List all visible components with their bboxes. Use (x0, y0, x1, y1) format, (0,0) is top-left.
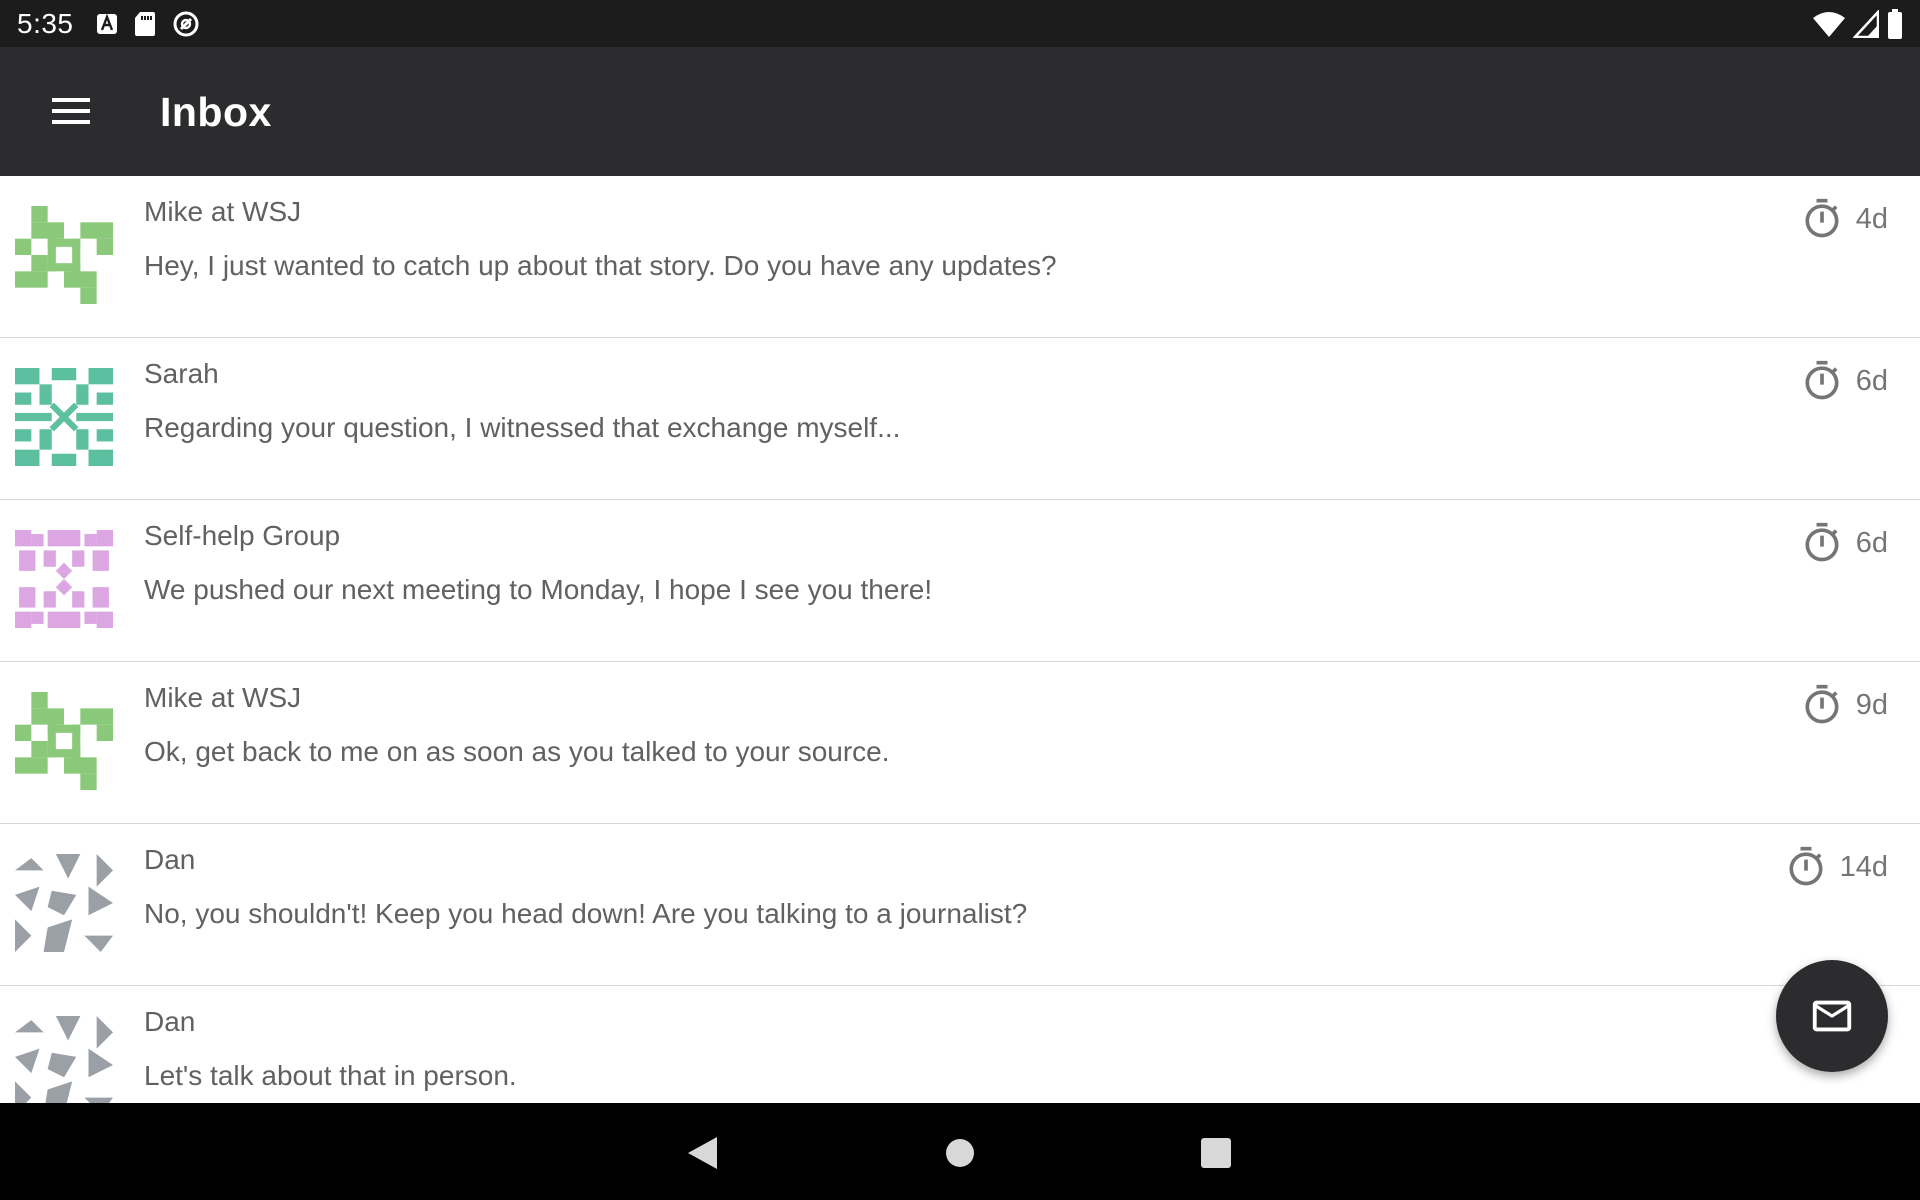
battery-icon (1888, 9, 1902, 39)
avatar (15, 206, 113, 304)
message-sender: Mike at WSJ (144, 682, 302, 713)
message-sender: Dan (144, 844, 196, 875)
do-not-disturb-icon (173, 11, 199, 37)
message-preview: No, you shouldn't! Keep you head down! A… (144, 898, 1028, 929)
mail-icon (1812, 1000, 1852, 1032)
message-row[interactable]: Dan No, you shouldn't! Keep you head dow… (0, 824, 1920, 987)
message-age: 4d (1800, 194, 1888, 244)
message-row[interactable]: Mike at WSJ Hey, I just wanted to catch … (0, 176, 1920, 339)
page-title: Inbox (160, 89, 272, 135)
status-right-icons (1813, 9, 1903, 39)
compose-button[interactable] (1776, 960, 1888, 1072)
recents-button[interactable] (1194, 1131, 1238, 1175)
message-age-label: 4d (1855, 202, 1888, 235)
timer-icon (1800, 359, 1844, 403)
status-bar: 5:35 (0, 0, 1920, 47)
message-age-label: 6d (1855, 364, 1888, 397)
timer-icon (1800, 521, 1844, 565)
status-left-icons (96, 10, 200, 38)
wifi-icon (1813, 12, 1845, 37)
message-row[interactable]: Dan Let's talk about that in person. (0, 986, 1920, 1103)
app-bar: Inbox (0, 47, 1920, 176)
message-row[interactable]: Sarah Regarding your question, I witness… (0, 338, 1920, 501)
message-preview: We pushed our next meeting to Monday, I … (144, 574, 933, 605)
status-time: 5:35 (17, 8, 74, 39)
message-row[interactable]: Mike at WSJ Ok, get back to me on as soo… (0, 662, 1920, 825)
inbox-list: Mike at WSJ Hey, I just wanted to catch … (0, 176, 1920, 1103)
message-sender: Dan (144, 1006, 196, 1037)
hamburger-menu-icon (52, 98, 90, 124)
message-preview: Let's talk about that in person. (144, 1060, 517, 1091)
message-age: 6d (1800, 356, 1888, 406)
sd-card-icon (135, 12, 155, 36)
message-age-label: 6d (1855, 526, 1888, 559)
signal-icon (1853, 10, 1879, 38)
message-sender: Mike at WSJ (144, 196, 302, 227)
avatar (15, 692, 113, 790)
home-button[interactable] (938, 1131, 982, 1175)
back-icon (688, 1137, 717, 1169)
timer-icon (1784, 845, 1828, 889)
timer-icon (1800, 197, 1844, 241)
message-preview: Hey, I just wanted to catch up about tha… (144, 250, 1057, 281)
message-age: 9d (1800, 680, 1888, 730)
avatar (15, 530, 113, 628)
message-row[interactable]: Self-help Group We pushed our next meeti… (0, 500, 1920, 663)
back-button[interactable] (680, 1131, 724, 1175)
message-preview: Regarding your question, I witnessed tha… (144, 412, 901, 443)
home-icon (946, 1139, 974, 1167)
message-age: 6d (1800, 518, 1888, 568)
message-age-label: 9d (1855, 688, 1888, 721)
avatar (15, 368, 113, 466)
message-preview: Ok, get back to me on as soon as you tal… (144, 736, 890, 767)
font-download-icon (97, 13, 117, 34)
recents-icon (1201, 1138, 1231, 1168)
message-age: 14d (1784, 842, 1888, 892)
avatar (15, 854, 113, 952)
message-age-label: 14d (1839, 850, 1888, 883)
navigation-bar (0, 1103, 1920, 1200)
message-sender: Sarah (144, 358, 219, 389)
timer-icon (1800, 683, 1844, 727)
message-sender: Self-help Group (144, 520, 341, 551)
hamburger-menu-button[interactable] (48, 91, 96, 131)
avatar (15, 1016, 113, 1103)
